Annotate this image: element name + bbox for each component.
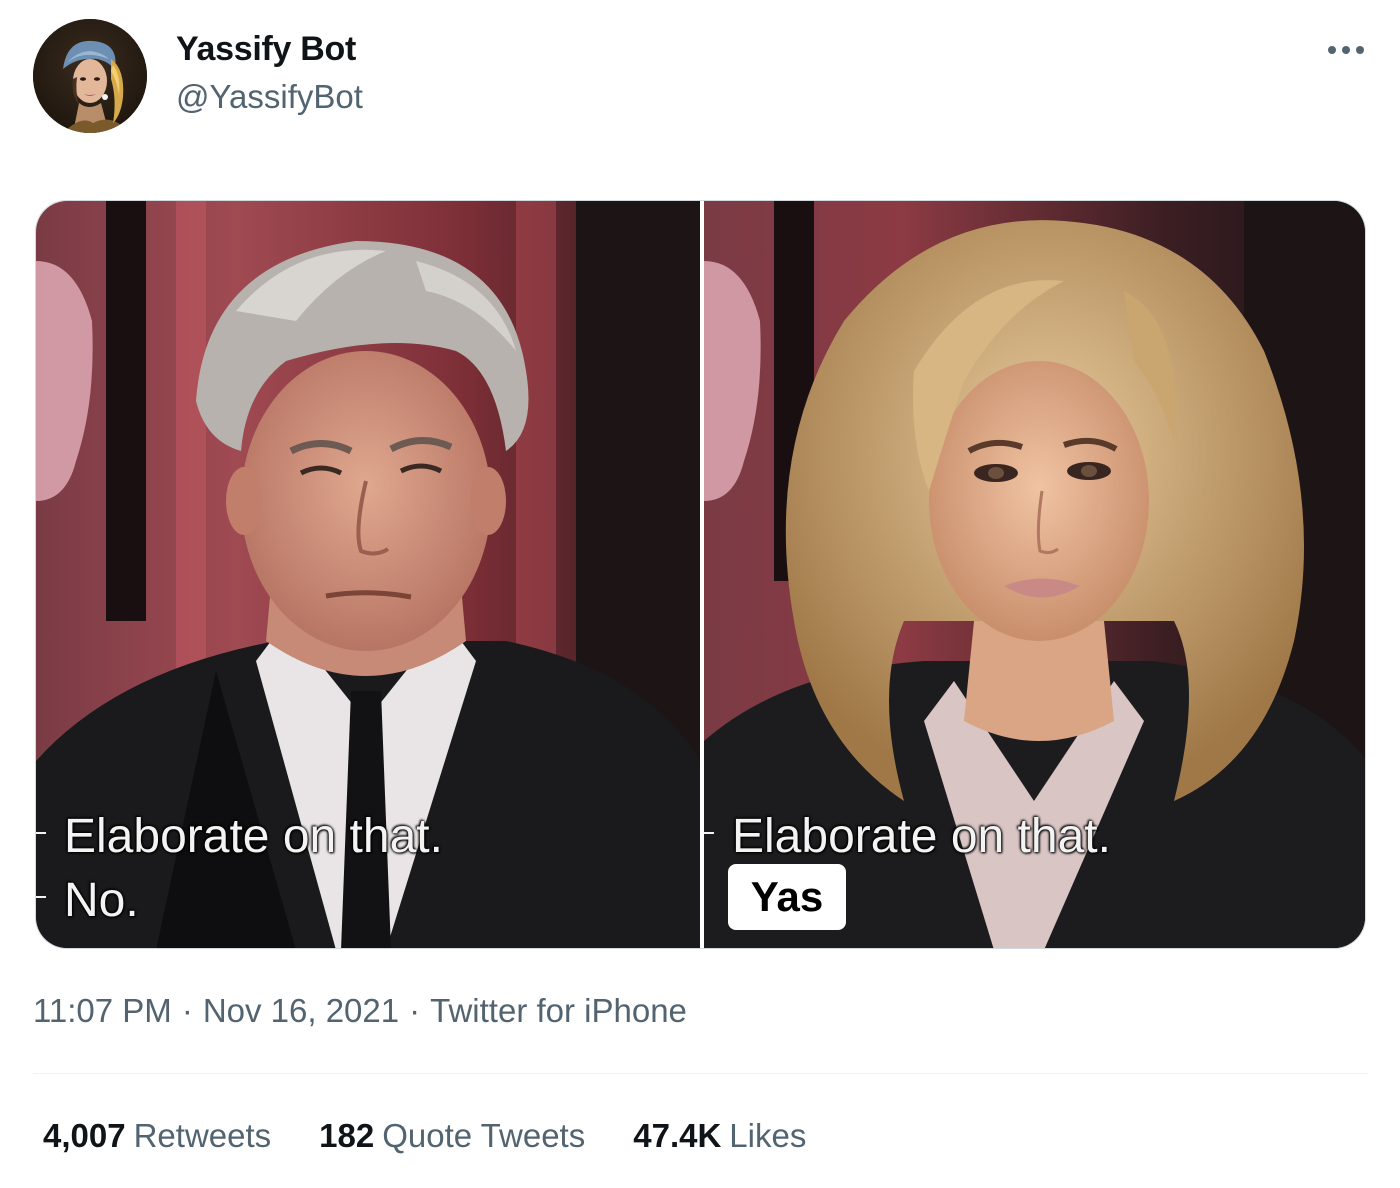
quote-tweets-count: 182 bbox=[319, 1117, 375, 1154]
tweet-time-link[interactable]: 11:07 PM bbox=[33, 992, 172, 1030]
avatar-image bbox=[33, 19, 147, 133]
meta-separator: · bbox=[409, 992, 421, 1029]
likes-label: Likes bbox=[729, 1117, 807, 1154]
tweet-date-link[interactable]: Nov 16, 2021 bbox=[203, 992, 399, 1030]
meta-separator: · bbox=[181, 992, 193, 1029]
tweet-media: Elaborate on that. No. Elaborate on that… bbox=[35, 200, 1366, 949]
caption-line-2: Yas bbox=[750, 873, 824, 920]
likes-stat[interactable]: 47.4K Likes bbox=[633, 1117, 806, 1155]
likes-count: 47.4K bbox=[633, 1117, 722, 1154]
caption-highlight-box: Yas bbox=[728, 864, 846, 930]
media-photo-left[interactable]: Elaborate on that. No. bbox=[36, 201, 700, 948]
more-options-button[interactable] bbox=[1322, 30, 1370, 70]
tweet-stats: 4,007 Retweets 182 Quote Tweets 47.4K Likes bbox=[43, 1117, 854, 1155]
caption-line-1: Elaborate on that. bbox=[704, 813, 1111, 861]
media-photo-right[interactable]: Elaborate on that. Yas bbox=[704, 201, 1365, 948]
caption-line-1: Elaborate on that. bbox=[36, 813, 443, 861]
tweet-meta: 11:07 PM · Nov 16, 2021 · Twitter for iPhone bbox=[33, 992, 687, 1030]
author-avatar[interactable] bbox=[33, 19, 147, 133]
caption-line-2: No. bbox=[36, 877, 139, 925]
retweets-count: 4,007 bbox=[43, 1117, 126, 1154]
tweet-source-link[interactable]: Twitter for iPhone bbox=[430, 992, 687, 1030]
divider bbox=[33, 1073, 1368, 1074]
quote-tweets-stat[interactable]: 182 Quote Tweets bbox=[319, 1117, 585, 1155]
more-horizontal-icon bbox=[1328, 46, 1364, 54]
author-handle[interactable]: @YassifyBot bbox=[176, 78, 363, 116]
author-display-name[interactable]: Yassify Bot bbox=[176, 30, 356, 69]
retweets-label: Retweets bbox=[133, 1117, 272, 1154]
retweets-stat[interactable]: 4,007 Retweets bbox=[43, 1117, 271, 1155]
quote-tweets-label: Quote Tweets bbox=[382, 1117, 586, 1154]
